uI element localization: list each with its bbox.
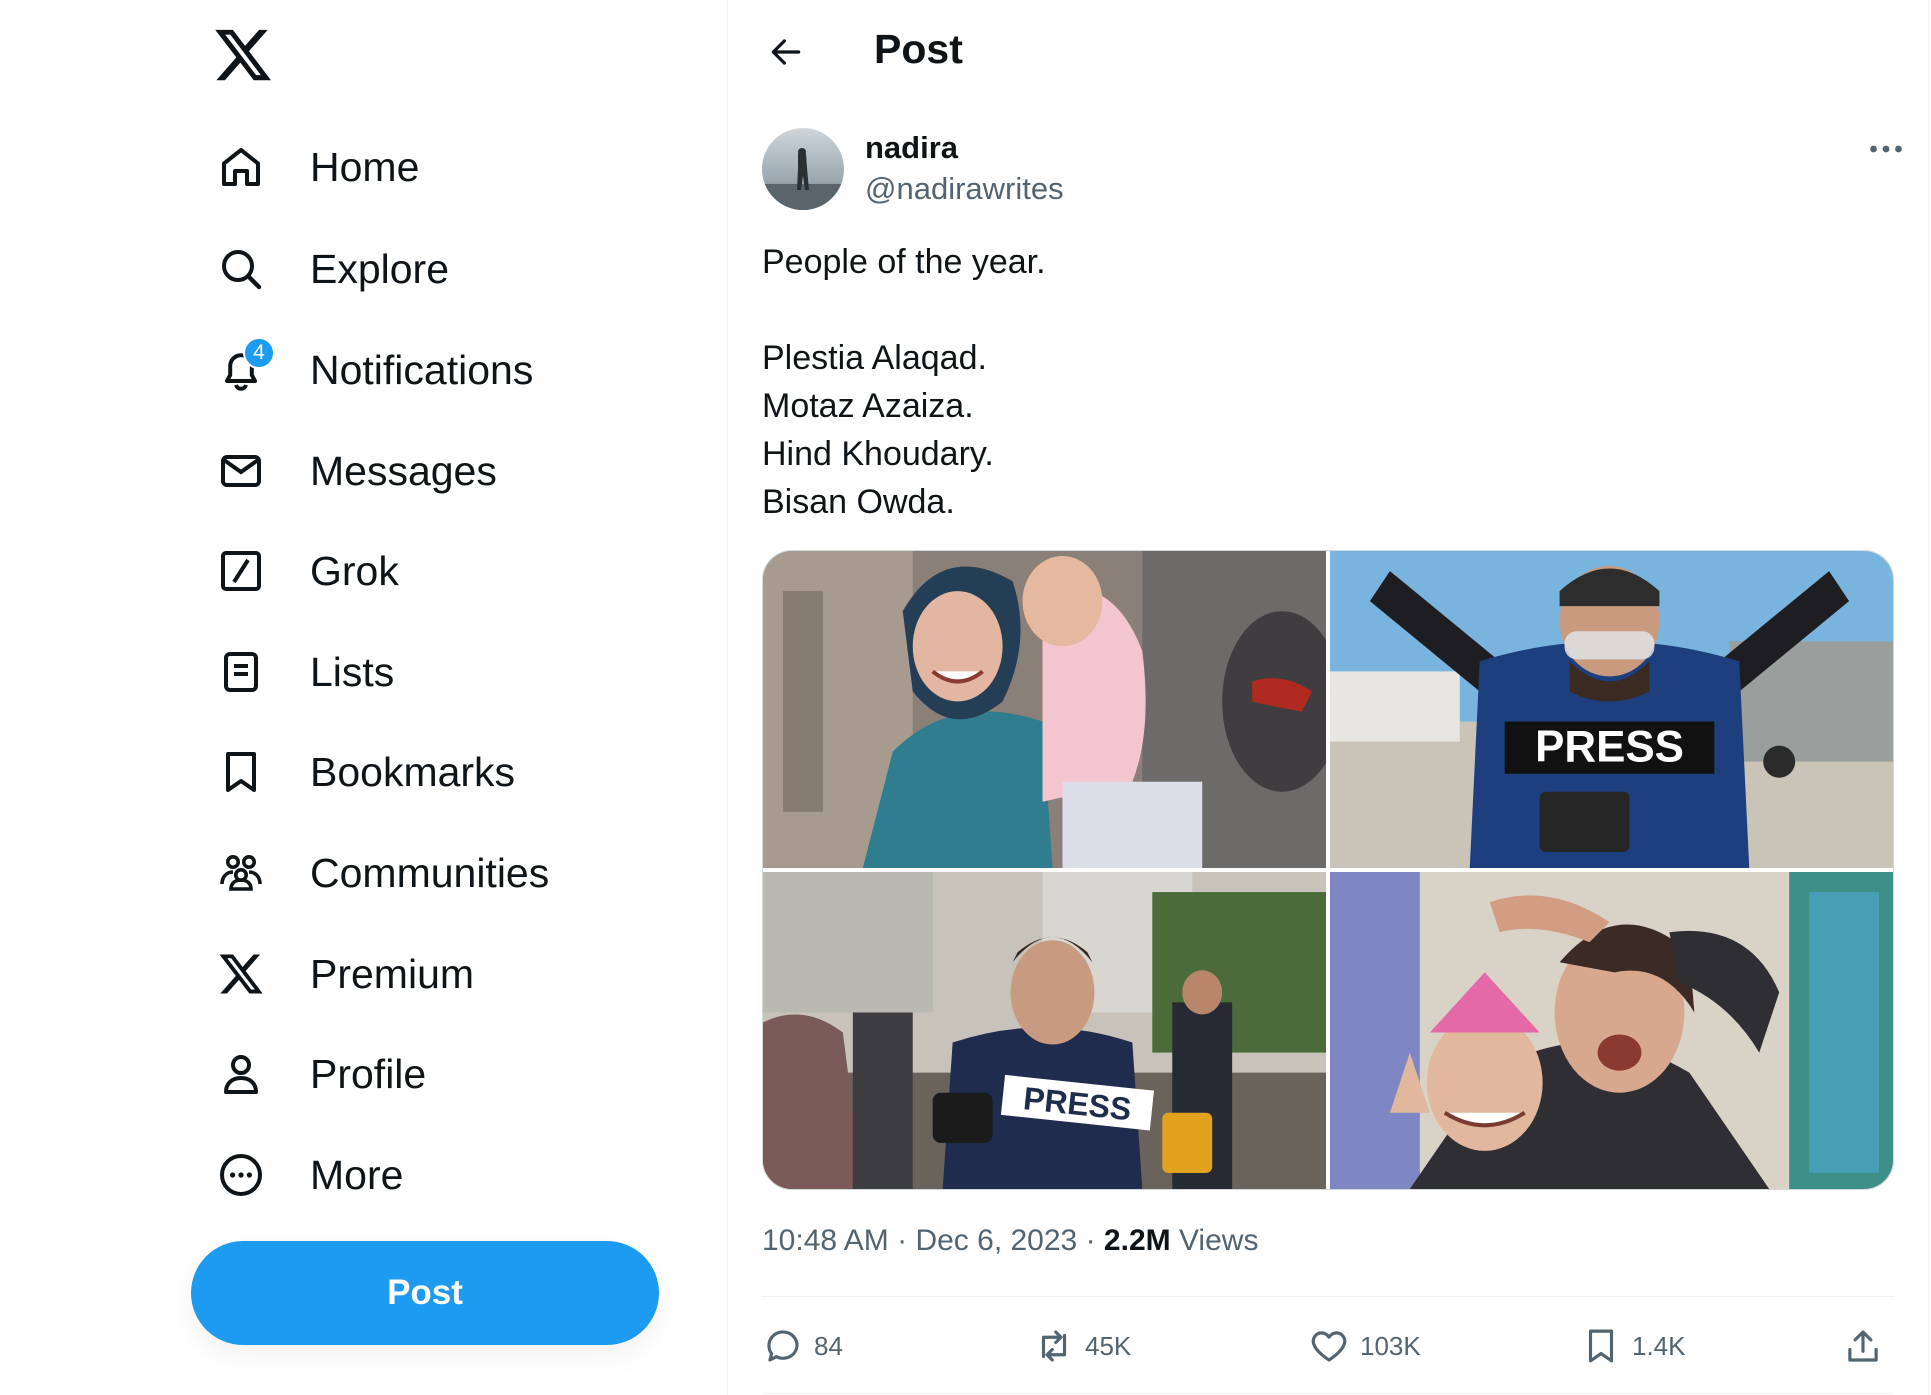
post-photo-4[interactable] [1330, 872, 1893, 1189]
bookmark-icon [1588, 1329, 1614, 1363]
home-icon [206, 132, 276, 202]
sidebar-item-label: Explore [310, 245, 450, 292]
post-photo-3[interactable]: PRESS [763, 872, 1326, 1189]
list-icon [206, 637, 276, 707]
sidebar-item-label: Profile [310, 1050, 427, 1097]
sidebar-item-label: Premium [310, 950, 475, 997]
views-count: 2.2M [1103, 1224, 1171, 1257]
post-photo-1[interactable] [763, 551, 1326, 868]
author-handle[interactable]: @nadirawrites [865, 171, 1064, 207]
like-button[interactable]: 103K [1308, 1318, 1421, 1374]
sidebar-item-explore[interactable]: Explore [206, 232, 449, 306]
post-text-line: Plestia Alaqad. [762, 339, 987, 377]
meta-separator: · [897, 1224, 908, 1257]
divider [762, 1393, 1894, 1394]
heart-icon [1311, 1331, 1347, 1362]
post-text-line: People of the year. [762, 243, 1046, 281]
bell-icon: 4 [206, 335, 276, 405]
sidebar-item-label: Bookmarks [310, 748, 516, 795]
meta-separator: · [1085, 1224, 1096, 1257]
bookmark-count: 1.4K [1632, 1330, 1686, 1361]
avatar[interactable] [762, 128, 844, 210]
sidebar-item-profile[interactable]: Profile [206, 1037, 426, 1111]
sidebar-nav: Home Explore 4 Notifications Messages Gr… [0, 0, 728, 1395]
sidebar-item-lists[interactable]: Lists [206, 635, 394, 709]
divider [762, 1296, 1894, 1297]
repost-count: 45K [1085, 1330, 1132, 1361]
repost-button[interactable]: 45K [1033, 1318, 1131, 1374]
search-icon [206, 234, 276, 304]
sidebar-item-label: Communities [310, 849, 550, 896]
more-circle-icon [206, 1140, 276, 1210]
bookmark-button[interactable]: 1.4K [1580, 1318, 1686, 1374]
media-grid: PRESS PRESS [762, 550, 1894, 1190]
sidebar-item-label: More [310, 1151, 404, 1198]
mail-icon [206, 436, 276, 506]
sidebar-item-home[interactable]: Home [206, 130, 419, 204]
more-options-button[interactable] [1858, 128, 1914, 170]
grok-icon [206, 536, 276, 606]
reply-button[interactable]: 84 [762, 1318, 843, 1374]
sidebar-item-messages[interactable]: Messages [206, 434, 497, 508]
sidebar-item-premium[interactable]: Premium [206, 937, 474, 1011]
page-title: Post [874, 26, 963, 72]
post-text-line: Hind Khoudary. [762, 435, 994, 473]
sidebar-item-bookmarks[interactable]: Bookmarks [206, 735, 515, 809]
notification-badge: 4 [243, 337, 275, 369]
post-button[interactable]: Post [191, 1241, 659, 1345]
repost-icon [1041, 1330, 1067, 1362]
x-logo-icon[interactable] [212, 24, 274, 86]
author-name[interactable]: nadira [865, 130, 958, 166]
sidebar-item-label: Grok [310, 547, 399, 594]
person-icon [206, 1039, 276, 1109]
press-label: PRESS [1535, 723, 1684, 772]
sidebar-item-label: Messages [310, 447, 497, 494]
sidebar-item-communities[interactable]: Communities [206, 836, 549, 910]
reply-count: 84 [814, 1330, 843, 1361]
post-detail: Post nadira @nadirawrites People of the … [728, 0, 1928, 1395]
x-premium-icon [206, 939, 276, 1009]
post-metadata: 10:48 AM · Dec 6, 2023 · 2.2M Views [762, 1224, 1258, 1258]
sidebar-item-label: Home [310, 143, 420, 190]
like-count: 103K [1360, 1330, 1421, 1361]
views-label: Views [1178, 1224, 1259, 1257]
arrow-left-icon [771, 39, 801, 65]
sidebar-item-more[interactable]: More [206, 1138, 403, 1212]
post-photo-2[interactable]: PRESS [1330, 551, 1893, 868]
back-button[interactable] [758, 24, 814, 80]
post-date[interactable]: Dec 6, 2023 [915, 1224, 1077, 1257]
post-text-line [762, 286, 1862, 334]
column-divider [1928, 0, 1929, 1395]
bookmark-icon [206, 737, 276, 807]
share-icon [1848, 1330, 1878, 1362]
sidebar-item-label: Lists [310, 648, 395, 695]
reply-icon [767, 1330, 799, 1362]
post-text-line: Motaz Azaiza. [762, 387, 974, 425]
sidebar-item-notifications[interactable]: 4 Notifications [206, 333, 533, 407]
post-text: People of the year. Plestia Alaqad. Mota… [762, 238, 1862, 526]
share-button[interactable] [1842, 1318, 1884, 1374]
sidebar-item-grok[interactable]: Grok [206, 534, 399, 608]
sidebar-item-label: Notifications [310, 346, 534, 393]
more-horizontal-icon [1870, 145, 1902, 153]
post-time[interactable]: 10:48 AM [762, 1224, 889, 1257]
post-text-line: Bisan Owda. [762, 483, 955, 521]
communities-icon [206, 838, 276, 908]
